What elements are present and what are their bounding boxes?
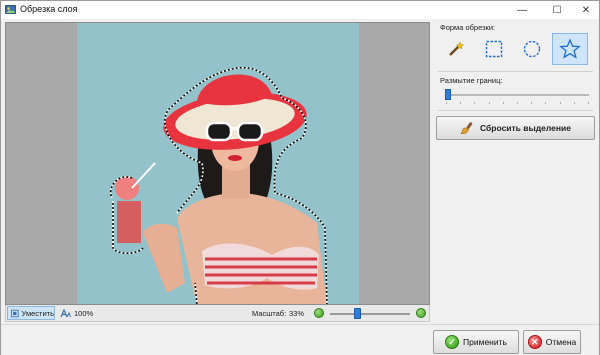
cancel-x-icon: ✕ bbox=[527, 335, 542, 349]
zoom-slider[interactable] bbox=[330, 308, 410, 319]
blur-tick bbox=[474, 102, 476, 104]
zoom-100-button[interactable]: 100% bbox=[60, 307, 93, 320]
blur-tick bbox=[559, 102, 561, 104]
photo-woman-with-hat bbox=[77, 23, 359, 304]
cancel-button[interactable]: ✕ Отмена bbox=[523, 330, 581, 354]
scale-label: Масштаб: bbox=[252, 309, 287, 318]
window-title: Обрезка слоя bbox=[20, 4, 78, 14]
apply-button[interactable]: ✓ Применить bbox=[433, 330, 519, 354]
fit-label: Уместить bbox=[21, 308, 54, 318]
checkmark-icon: ✓ bbox=[445, 335, 460, 349]
blur-label: Размытие границ: bbox=[440, 76, 503, 85]
blur-tick bbox=[531, 102, 533, 104]
shape-label: Форма обрезки: bbox=[440, 23, 496, 32]
zoom-out-icon[interactable] bbox=[314, 308, 324, 318]
title-bar: Обрезка слоя — ☐ ✕ bbox=[1, 1, 599, 19]
zoom-100-label: 100% bbox=[74, 309, 94, 318]
blur-tick bbox=[588, 102, 589, 104]
divider bbox=[438, 71, 593, 72]
ellipse-select-icon bbox=[523, 40, 541, 58]
magic-wand-icon bbox=[449, 41, 465, 56]
fit-button[interactable]: Уместить bbox=[7, 306, 55, 320]
star-select-icon bbox=[559, 38, 581, 59]
image-canvas[interactable] bbox=[5, 22, 430, 305]
app-icon bbox=[5, 5, 16, 14]
settings-panel: Форма обрезки: Размытие границ: Сбросить… bbox=[432, 18, 599, 324]
blur-tick bbox=[488, 102, 490, 104]
ellipse-select-button[interactable] bbox=[514, 33, 550, 65]
close-button[interactable]: ✕ bbox=[573, 1, 599, 19]
photo-illustration bbox=[110, 67, 328, 304]
reset-selection-label: Сбросить выделение bbox=[480, 123, 571, 133]
blur-tick bbox=[446, 102, 447, 104]
cancel-label: Отмена bbox=[545, 337, 577, 347]
fit-icon bbox=[11, 309, 19, 317]
blur-tick bbox=[517, 102, 518, 104]
status-bar: Уместить 100% Масштаб: 33% bbox=[5, 305, 430, 322]
rectangle-select-button[interactable] bbox=[476, 33, 512, 65]
crop-layer-dialog: Обрезка слоя — ☐ ✕ Уместить 100% Масштаб… bbox=[0, 0, 600, 355]
dialog-footer: ✓ Применить ✕ Отмена bbox=[1, 324, 599, 355]
zoom-in-icon[interactable] bbox=[416, 308, 426, 318]
brush-icon bbox=[460, 122, 473, 134]
blur-slider-thumb[interactable] bbox=[445, 89, 451, 100]
minimize-button[interactable]: — bbox=[509, 1, 535, 19]
maximize-button[interactable]: ☐ bbox=[544, 1, 570, 19]
zoom-slider-thumb[interactable] bbox=[354, 308, 362, 319]
scale-value: 33% bbox=[289, 309, 305, 318]
star-select-button[interactable] bbox=[552, 33, 588, 65]
blur-slider[interactable] bbox=[445, 89, 589, 100]
divider bbox=[438, 110, 593, 111]
blur-tick bbox=[545, 102, 547, 104]
magic-wand-button[interactable] bbox=[438, 33, 474, 65]
blur-slider-ticks bbox=[446, 102, 589, 105]
reset-selection-button[interactable]: Сбросить выделение bbox=[436, 116, 595, 140]
shape-selector bbox=[438, 33, 588, 65]
actual-size-icon bbox=[60, 309, 71, 318]
rectangle-select-icon bbox=[485, 40, 503, 58]
blur-tick bbox=[460, 102, 462, 104]
apply-label: Применить bbox=[463, 337, 507, 347]
blur-tick bbox=[502, 102, 504, 104]
blur-tick bbox=[573, 102, 575, 104]
